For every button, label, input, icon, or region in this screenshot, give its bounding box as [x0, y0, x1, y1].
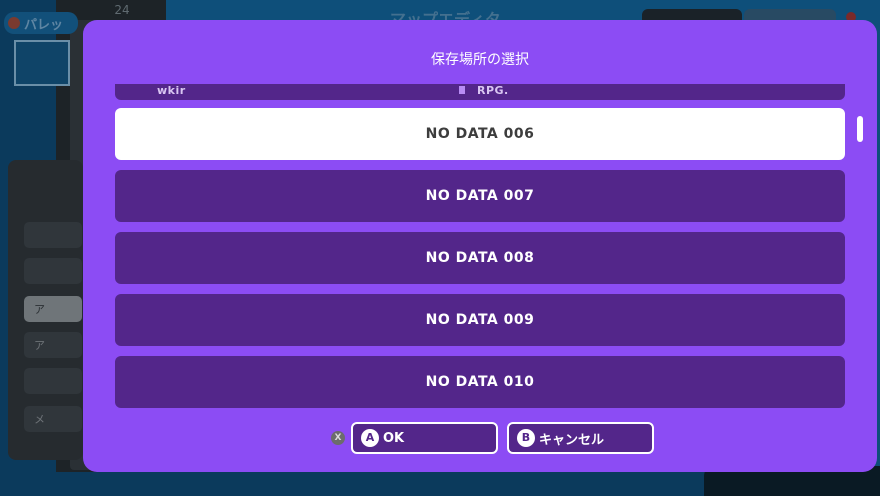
- save-slot-008[interactable]: NO DATA 008: [115, 232, 845, 284]
- palette-label: パレッ: [24, 17, 64, 33]
- palette-tab: パレッ: [4, 12, 78, 34]
- save-slot-partial[interactable]: wkir RPG.: [115, 84, 845, 100]
- partial-slot-left-text: wkir: [157, 84, 186, 97]
- x-button-icon[interactable]: X: [331, 431, 345, 445]
- palette-icon: [8, 17, 20, 29]
- side-button-5: [24, 368, 82, 394]
- cancel-button[interactable]: B キャンセル: [507, 422, 654, 454]
- side-button-4: ア: [24, 332, 82, 358]
- cancel-button-label: キャンセル: [539, 432, 605, 448]
- save-slot-006[interactable]: NO DATA 006: [115, 108, 845, 160]
- side-button-3: ア: [24, 296, 82, 322]
- partial-slot-marker: [459, 86, 465, 94]
- save-slot-007[interactable]: NO DATA 007: [115, 170, 845, 222]
- save-slot-list[interactable]: wkir RPG. NO DATA 006 NO DATA 007 NO DAT…: [115, 84, 845, 408]
- scrollbar-thumb[interactable]: [857, 116, 863, 142]
- editor-top-number: 24: [100, 0, 144, 20]
- side-button-2: [24, 258, 82, 284]
- save-slot-009[interactable]: NO DATA 009: [115, 294, 845, 346]
- partial-slot-right-text: RPG.: [477, 84, 509, 97]
- ok-button-label: OK: [383, 430, 405, 446]
- save-slot-010[interactable]: NO DATA 010: [115, 356, 845, 408]
- ok-button[interactable]: A OK: [351, 422, 498, 454]
- side-button-1: [24, 222, 82, 248]
- palette-swatch: [14, 40, 70, 86]
- a-button-icon: A: [361, 429, 379, 447]
- dialog-title: 保存場所の選択: [431, 52, 529, 68]
- save-location-dialog: 保存場所の選択 wkir RPG. NO DATA 006 NO DATA 00…: [83, 20, 877, 472]
- side-button-6: メ: [24, 406, 82, 432]
- b-button-icon: B: [517, 429, 535, 447]
